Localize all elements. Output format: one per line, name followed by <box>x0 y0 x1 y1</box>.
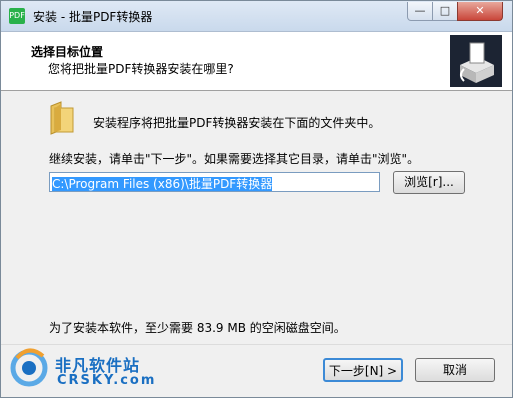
install-path-input[interactable]: C:\Program Files (x86)\批量PDF转换器 <box>49 172 380 192</box>
title-bar[interactable]: PDF 安装 - 批量PDF转换器 — □ ✕ <box>1 1 512 32</box>
window-title: 安装 - 批量PDF转换器 <box>33 10 153 24</box>
pdf-app-icon: PDF <box>9 8 25 24</box>
intro-text: 安装程序将把批量PDF转换器安装在下面的文件夹中。 <box>93 116 381 130</box>
wizard-header: 选择目标位置 您将把批量PDF转换器安装在哪里? <box>1 32 512 91</box>
install-box-icon <box>450 35 502 87</box>
page-title: 选择目标位置 <box>31 45 104 59</box>
instruction-text: 继续安装，请单击"下一步"。如果需要选择其它目录，请单击"浏览"。 <box>49 152 420 166</box>
browse-button[interactable]: 浏览[r]... <box>393 171 465 194</box>
cancel-button[interactable]: 取消 <box>415 358 495 382</box>
install-path-value: C:\Program Files (x86)\批量PDF转换器 <box>52 177 273 191</box>
folder-icon <box>47 100 77 136</box>
maximize-button[interactable]: □ <box>432 2 458 21</box>
close-button[interactable]: ✕ <box>457 2 503 21</box>
next-button[interactable]: 下一步[N] > <box>323 358 403 382</box>
installer-window: PDF 安装 - 批量PDF转换器 — □ ✕ 选择目标位置 您将把批量PDF转… <box>0 0 513 398</box>
disk-space-text: 为了安装本软件，至少需要 83.9 MB 的空闲磁盘空间。 <box>49 321 346 335</box>
footer-divider <box>1 344 512 345</box>
minimize-button[interactable]: — <box>407 2 433 21</box>
watermark-brand-en: CRSKY.com <box>57 373 157 388</box>
page-subtitle: 您将把批量PDF转换器安装在哪里? <box>48 62 234 76</box>
crsky-logo-icon <box>7 344 51 388</box>
